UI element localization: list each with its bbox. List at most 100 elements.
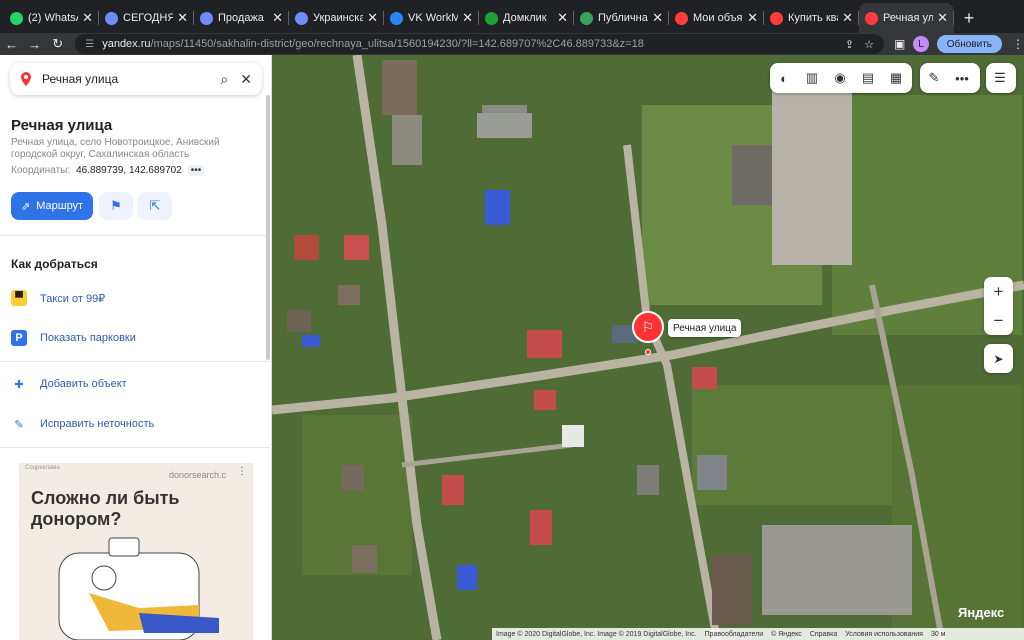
tab-strip: (2) WhatsApp✕СЕГОДНЯ✕Продажа✕Украинская✕… (0, 0, 1024, 33)
browser-tab[interactable]: СЕГОДНЯ ✕ (99, 3, 194, 33)
share-button[interactable]: ⇱ (138, 192, 172, 220)
browser-tab[interactable]: VK WorkMail✕ (384, 3, 479, 33)
search-icon[interactable]: ⌕ (220, 71, 228, 88)
taxi-icon: ▀ (11, 290, 27, 306)
tune-icon[interactable]: ☰ (85, 39, 94, 50)
search-box[interactable]: Речная улица ⌕ ✕ (10, 63, 262, 95)
close-tab-icon[interactable]: ✕ (652, 10, 663, 26)
taxi-link[interactable]: ▀ Такси от 99₽ (11, 290, 105, 306)
back-icon[interactable]: ← (0, 33, 23, 55)
tab-title: Публичная (598, 12, 648, 24)
browser-tab[interactable]: Продажа ✕ (194, 3, 289, 33)
sidepanel-icon[interactable]: ▣ (894, 37, 905, 51)
more-tools-icon[interactable]: ••• (948, 71, 976, 86)
coordinates-row: Координаты: 46.889739, 142.689702 ••• (11, 165, 205, 176)
satellite-map[interactable]: ◐ ▥ ◉ ▤ ▦ ✎ ••• ☰ + − ➤ ⚐ Речная улица Я… (272, 55, 1024, 640)
fix-error-link[interactable]: ✎ Исправить неточность (11, 416, 154, 432)
yandex-maps-page: Речная улица ⌕ ✕ Речная улица Речная ули… (0, 55, 1024, 640)
donor-illustration (58, 537, 219, 640)
favicon-icon (770, 11, 783, 25)
share-icon[interactable]: ⇪ (845, 38, 854, 51)
browser-tab[interactable]: Мои объяв ✕ (669, 3, 764, 33)
update-button[interactable]: Обновить (936, 35, 1002, 53)
parking-label: Показать парковки (40, 332, 136, 344)
add-object-label: Добавить объект (40, 378, 127, 390)
ad-banner[interactable]: Соцреклама donorsearch.c ⋮ Сложно ли быт… (19, 463, 253, 640)
tab-title: (2) WhatsApp (28, 12, 78, 24)
help-link[interactable]: Справка (810, 631, 837, 638)
tab-title: Купить квар (788, 12, 838, 24)
search-input[interactable]: Речная улица (42, 72, 208, 86)
map-style-icon[interactable]: ▦ (882, 70, 910, 86)
zoom-out-button[interactable]: − (984, 306, 1013, 335)
close-icon[interactable]: ✕ (240, 71, 252, 88)
divider (0, 361, 270, 362)
reload-icon[interactable]: ↻ (46, 33, 69, 55)
place-title: Речная улица (11, 117, 113, 134)
yandex-logo[interactable]: Яндекс (958, 605, 1004, 620)
favicon-icon (485, 11, 498, 25)
place-address: Речная улица, село Новотроицкое, Анивски… (11, 137, 220, 160)
map-book-icon[interactable]: ▥ (798, 70, 826, 86)
close-tab-icon[interactable]: ✕ (747, 10, 758, 26)
browser-tab[interactable]: Украинская✕ (289, 3, 384, 33)
route-label: Маршрут (36, 200, 84, 212)
ad-domain: donorsearch.c (169, 470, 227, 480)
how-to-get-heading: Как добраться (11, 257, 98, 271)
browser-tab[interactable]: (2) WhatsApp ✕ (4, 3, 99, 33)
coordinates-value[interactable]: 46.889739, 142.689702 (76, 165, 182, 176)
tab-title: VK WorkMail (408, 12, 459, 24)
url-host: yandex.ru (102, 38, 151, 50)
browser-tab[interactable]: Речная ули✕ (859, 3, 954, 33)
profile-avatar[interactable]: L (913, 36, 929, 52)
new-tab-button[interactable]: + (954, 3, 984, 33)
ad-headline: Сложно ли быть донором? (31, 488, 180, 529)
close-tab-icon[interactable]: ✕ (557, 10, 568, 26)
tab-separator (953, 11, 954, 25)
marker-label[interactable]: Речная улица (668, 319, 742, 337)
menu-kebab-icon[interactable]: ⋮ (1012, 37, 1024, 51)
zoom-in-button[interactable]: + (984, 277, 1013, 306)
browser-tab[interactable]: Купить квар ✕ (764, 3, 859, 33)
location-pin-icon (21, 72, 31, 86)
add-object-link[interactable]: ✚ Добавить объект (11, 376, 127, 392)
geolocation-button[interactable]: ➤ (984, 344, 1013, 373)
pencil-icon: ✎ (14, 418, 24, 431)
close-tab-icon[interactable]: ✕ (177, 10, 188, 26)
transit-icon[interactable]: ▤ (854, 70, 882, 86)
map-menu-button[interactable]: ☰ (986, 63, 1016, 93)
favicon-icon (865, 11, 878, 25)
layers-icon[interactable]: ◐ (770, 71, 798, 86)
close-tab-icon[interactable]: ✕ (842, 10, 853, 26)
close-tab-icon[interactable]: ✕ (937, 10, 948, 26)
tab-title: Мои объяв (693, 12, 744, 24)
sidebar-scrollbar[interactable] (266, 95, 270, 360)
ad-menu-icon[interactable]: ⋮ (237, 466, 247, 477)
street-marker-icon[interactable]: ⚐ (632, 311, 664, 343)
bookmark-button[interactable]: ⚑ (99, 192, 133, 220)
terms-link[interactable]: Условия использования (845, 631, 923, 638)
browser-tab[interactable]: Публичная ✕ (574, 3, 669, 33)
bookmark-star-icon[interactable]: ☆ (864, 38, 874, 51)
share-icon: ⇱ (149, 198, 161, 213)
close-tab-icon[interactable]: ✕ (82, 10, 93, 26)
route-button[interactable]: ⇗ Маршрут (11, 192, 93, 220)
close-tab-icon[interactable]: ✕ (367, 10, 378, 26)
favicon-icon (10, 11, 23, 25)
address-bar[interactable]: ☰ yandex.ru/maps/11450/sakhalin-district… (75, 34, 884, 54)
browser-tab[interactable]: Домклик ✕ (479, 3, 574, 33)
ad-label: Соцреклама (25, 465, 60, 471)
favicon-icon (200, 11, 213, 25)
tab-title: Продажа (218, 12, 264, 24)
forward-icon[interactable]: → (23, 33, 46, 55)
ruler-icon[interactable]: ✎ (920, 70, 948, 86)
more-icon[interactable]: ••• (187, 165, 205, 176)
close-tab-icon[interactable]: ✕ (462, 10, 473, 26)
imagery-credit: Image © 2020 DigitalGlobe, Inc. Image © … (496, 630, 697, 638)
parking-link[interactable]: P Показать парковки (11, 330, 136, 346)
panorama-icon[interactable]: ◉ (826, 70, 854, 86)
close-tab-icon[interactable]: ✕ (272, 10, 283, 26)
copyright-holders-link[interactable]: Правообладатели (705, 631, 764, 638)
map-attribution: Image © 2020 DigitalGlobe, Inc. Image © … (492, 628, 1024, 640)
favicon-icon (390, 11, 403, 25)
